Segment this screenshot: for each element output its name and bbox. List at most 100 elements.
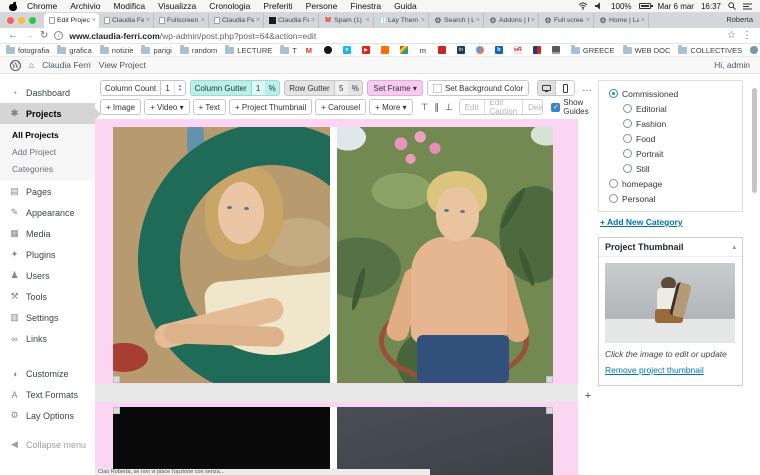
show-guides-checkbox[interactable]: ✓ bbox=[551, 103, 560, 112]
forward-icon[interactable]: → bbox=[24, 28, 34, 44]
photo-girl-playground[interactable] bbox=[113, 127, 330, 383]
browser-tab[interactable]: ⚙ Addons | L × bbox=[484, 13, 539, 28]
photo-dark-silhouette[interactable] bbox=[113, 407, 330, 475]
sidebar-item[interactable]: ▤ Pages bbox=[0, 181, 95, 202]
tab-close-icon[interactable]: × bbox=[476, 17, 480, 24]
mobile-preview-button[interactable] bbox=[556, 81, 574, 95]
submenu-item[interactable]: All Projects bbox=[0, 127, 95, 144]
sidebar-item[interactable]: ◑ Customize bbox=[0, 363, 95, 384]
tab-close-icon[interactable]: × bbox=[366, 17, 370, 24]
category-item[interactable]: Portrait bbox=[601, 146, 742, 161]
menubar-item[interactable]: Cronologia bbox=[209, 1, 250, 11]
photo-dark-head[interactable] bbox=[337, 407, 553, 475]
sidebar-item[interactable]: ▥ Settings bbox=[0, 307, 95, 328]
insert-button[interactable]: + Video ▾ bbox=[144, 99, 189, 115]
vertical-align-icon[interactable]: ∥ bbox=[432, 102, 441, 113]
category-radio[interactable] bbox=[623, 119, 632, 128]
back-icon[interactable]: ← bbox=[8, 28, 18, 44]
category-item[interactable]: Fashion bbox=[601, 116, 742, 131]
bookmark-item[interactable]: T bbox=[280, 46, 297, 55]
bookmark-star-icon[interactable]: ☆ bbox=[727, 28, 736, 44]
resize-handle[interactable] bbox=[546, 407, 553, 414]
category-item[interactable]: Commissioned bbox=[601, 86, 742, 101]
bookmark-item[interactable]: M bbox=[305, 46, 316, 54]
browser-tab[interactable]: ⚙ Search | L × bbox=[429, 13, 484, 28]
collapse-menu-button[interactable]: ◀ Collapse menu bbox=[0, 434, 95, 455]
bookmark-item[interactable]: ▶ bbox=[362, 46, 373, 54]
desktop-preview-button[interactable] bbox=[538, 81, 556, 95]
category-radio[interactable] bbox=[623, 104, 632, 113]
browser-tab[interactable]: Edit Projec × bbox=[44, 13, 99, 28]
spotlight-search-icon[interactable] bbox=[728, 2, 736, 10]
fullscreen-window-button[interactable] bbox=[29, 17, 36, 24]
bookmark-item[interactable]: v bbox=[343, 46, 354, 54]
bookmark-item[interactable]: wR bbox=[514, 46, 525, 54]
page-info-icon[interactable]: i bbox=[54, 31, 63, 40]
bookmark-item[interactable] bbox=[552, 46, 563, 54]
resize-handle[interactable] bbox=[113, 407, 120, 414]
chrome-menu-icon[interactable]: ⋮ bbox=[742, 28, 752, 44]
vertical-align-icon[interactable]: ⊥ bbox=[443, 102, 455, 113]
chrome-profile-name[interactable]: Roberta bbox=[726, 15, 760, 26]
toolbar-more-button[interactable]: … bbox=[579, 83, 595, 94]
browser-tab[interactable]: Fullscreen × bbox=[154, 13, 209, 28]
bookmark-item[interactable]: b bbox=[495, 46, 506, 54]
project-canvas[interactable] bbox=[95, 119, 578, 475]
remove-thumbnail-link[interactable]: Remove project thumbnail bbox=[605, 365, 736, 375]
category-item[interactable]: Still bbox=[601, 161, 742, 176]
column-gutter-control[interactable]: Column Gutter 1 % bbox=[190, 80, 281, 96]
battery-icon[interactable] bbox=[639, 3, 651, 9]
browser-tab[interactable]: Lay Them × bbox=[374, 13, 429, 28]
category-radio[interactable] bbox=[609, 89, 618, 98]
sidebar-item[interactable]: ▦ Media bbox=[0, 223, 95, 244]
category-radio[interactable] bbox=[623, 134, 632, 143]
bookmark-item[interactable]: WEB DOC bbox=[623, 46, 671, 55]
edit-action-button[interactable]: Edit bbox=[460, 100, 485, 114]
menubar-item[interactable]: Modifica bbox=[113, 1, 145, 11]
browser-tab[interactable]: Claudia Fe × bbox=[209, 13, 264, 28]
menubar-item[interactable]: Chrome bbox=[27, 1, 57, 11]
category-radio[interactable] bbox=[609, 179, 618, 188]
bookmark-item[interactable] bbox=[438, 46, 449, 54]
resize-handle[interactable] bbox=[113, 376, 120, 383]
address-bar[interactable]: www.claudia-ferri.com/wp-admin/post.php?… bbox=[69, 31, 721, 41]
vertical-align-icon[interactable]: ⊤ bbox=[419, 102, 431, 113]
sidebar-item[interactable]: A Text Formats bbox=[0, 384, 95, 405]
column-gutter-value[interactable]: 1 bbox=[251, 81, 265, 95]
menubar-time[interactable]: 16:37 bbox=[701, 2, 721, 11]
bookmark-item[interactable]: in bbox=[457, 46, 468, 54]
bookmark-item[interactable] bbox=[476, 46, 487, 54]
row-separator-strip[interactable] bbox=[95, 384, 578, 402]
tab-close-icon[interactable]: × bbox=[256, 17, 260, 24]
stepper-down-icon[interactable]: ▼ bbox=[178, 88, 182, 92]
sidebar-item[interactable]: ♟ Users bbox=[0, 265, 95, 286]
tab-close-icon[interactable]: × bbox=[641, 17, 645, 24]
insert-button[interactable]: + More ▾ bbox=[369, 99, 412, 115]
column-count-stepper[interactable]: ▲ ▼ bbox=[174, 81, 185, 95]
edit-action-button[interactable]: Delete bbox=[523, 100, 543, 114]
minimize-window-button[interactable] bbox=[18, 17, 25, 24]
menubar-item[interactable]: Visualizza bbox=[158, 1, 196, 11]
sidebar-item[interactable]: ⚙ Lay Options bbox=[0, 405, 95, 426]
tab-close-icon[interactable]: × bbox=[146, 17, 150, 24]
apple-menu-icon[interactable] bbox=[9, 2, 17, 11]
bookmark-item[interactable] bbox=[533, 46, 544, 54]
adminbar-site-name[interactable]: Claudia Ferri bbox=[42, 60, 91, 70]
close-window-button[interactable] bbox=[7, 17, 14, 24]
sidebar-item[interactable]: ✎ Appearance bbox=[0, 202, 95, 223]
submenu-item[interactable]: Categories bbox=[0, 161, 95, 178]
category-item[interactable]: Food bbox=[601, 131, 742, 146]
wifi-icon[interactable] bbox=[578, 2, 588, 10]
tab-close-icon[interactable]: × bbox=[586, 17, 590, 24]
menubar-item[interactable]: Persone bbox=[306, 1, 338, 11]
submenu-item[interactable]: Add Project bbox=[0, 144, 95, 161]
tab-close-icon[interactable]: × bbox=[92, 17, 96, 24]
add-row-button[interactable]: + bbox=[581, 390, 595, 404]
category-item[interactable]: Personal bbox=[601, 191, 742, 206]
wordpress-logo-icon[interactable]: W bbox=[10, 60, 21, 71]
row-gutter-control[interactable]: Row Gutter 5 % bbox=[284, 80, 363, 96]
bookmark-item[interactable]: parigi bbox=[141, 46, 171, 55]
bookmark-item[interactable]: notizie bbox=[100, 46, 134, 55]
category-radio[interactable] bbox=[609, 194, 618, 203]
bookmark-item[interactable] bbox=[324, 46, 335, 54]
